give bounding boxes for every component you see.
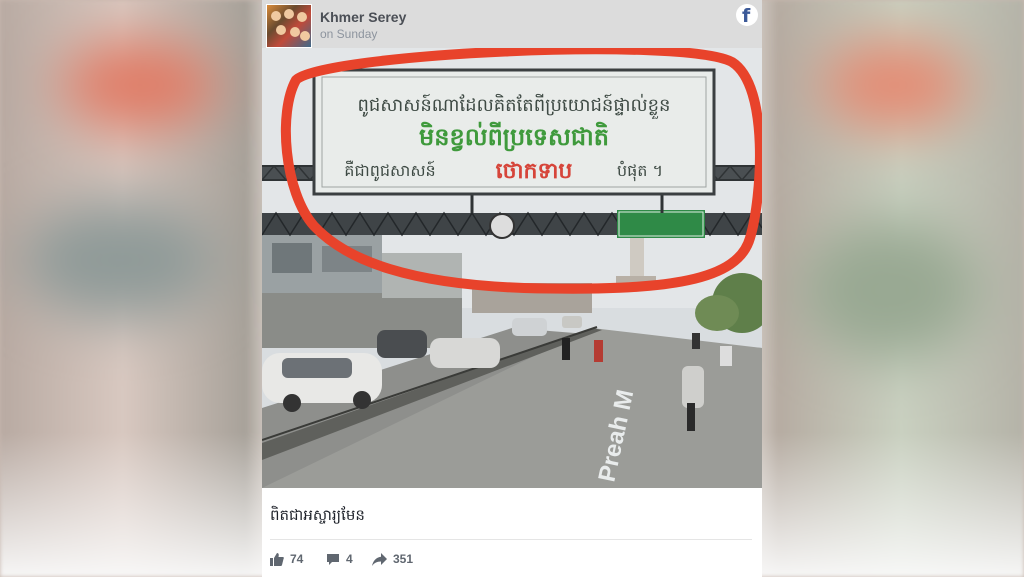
facebook-post-card: Khmer Serey on Sunday f Preah M ពូជសាសន៍… [262, 0, 762, 577]
post-caption: ពិតជាអស្ចារ្យមែន [270, 506, 365, 524]
billboard-line-1: ពូជសាសន៍ណាដែលគិតតែពីប្រយោជន៍ផ្ទាល់ខ្លួន [358, 93, 671, 119]
like-count: 74 [290, 552, 304, 566]
comment-icon [327, 553, 339, 565]
like-count-group[interactable]: 74 [270, 552, 303, 566]
like-icon [270, 552, 284, 566]
share-icon [372, 552, 387, 566]
facebook-icon [736, 4, 758, 27]
share-count: 351 [393, 552, 414, 566]
billboard-line-2: មិនខ្វល់ពីប្រទេសជាតិ [419, 121, 609, 152]
post-timestamp[interactable]: on Sunday [320, 27, 377, 41]
stats-divider [270, 539, 752, 540]
comment-count: 4 [346, 552, 353, 566]
post-photo[interactable]: Preah M ពូជសាសន៍ណាដែលគិតតែពីប្រយោជន៍ផ្ទា… [262, 48, 762, 488]
billboard-line-3c: បំផុត ។ [617, 160, 663, 182]
billboard-line-3b: ថោកទាប [496, 159, 573, 184]
post-header: Khmer Serey on Sunday [262, 0, 762, 48]
page-name[interactable]: Khmer Serey [320, 9, 406, 25]
page-avatar[interactable] [266, 4, 312, 48]
share-count-group[interactable]: 351 [372, 552, 413, 566]
comment-count-group[interactable]: 4 [326, 552, 353, 566]
billboard-line-3a: គឺជាពូជសាសន៍ [344, 160, 435, 182]
